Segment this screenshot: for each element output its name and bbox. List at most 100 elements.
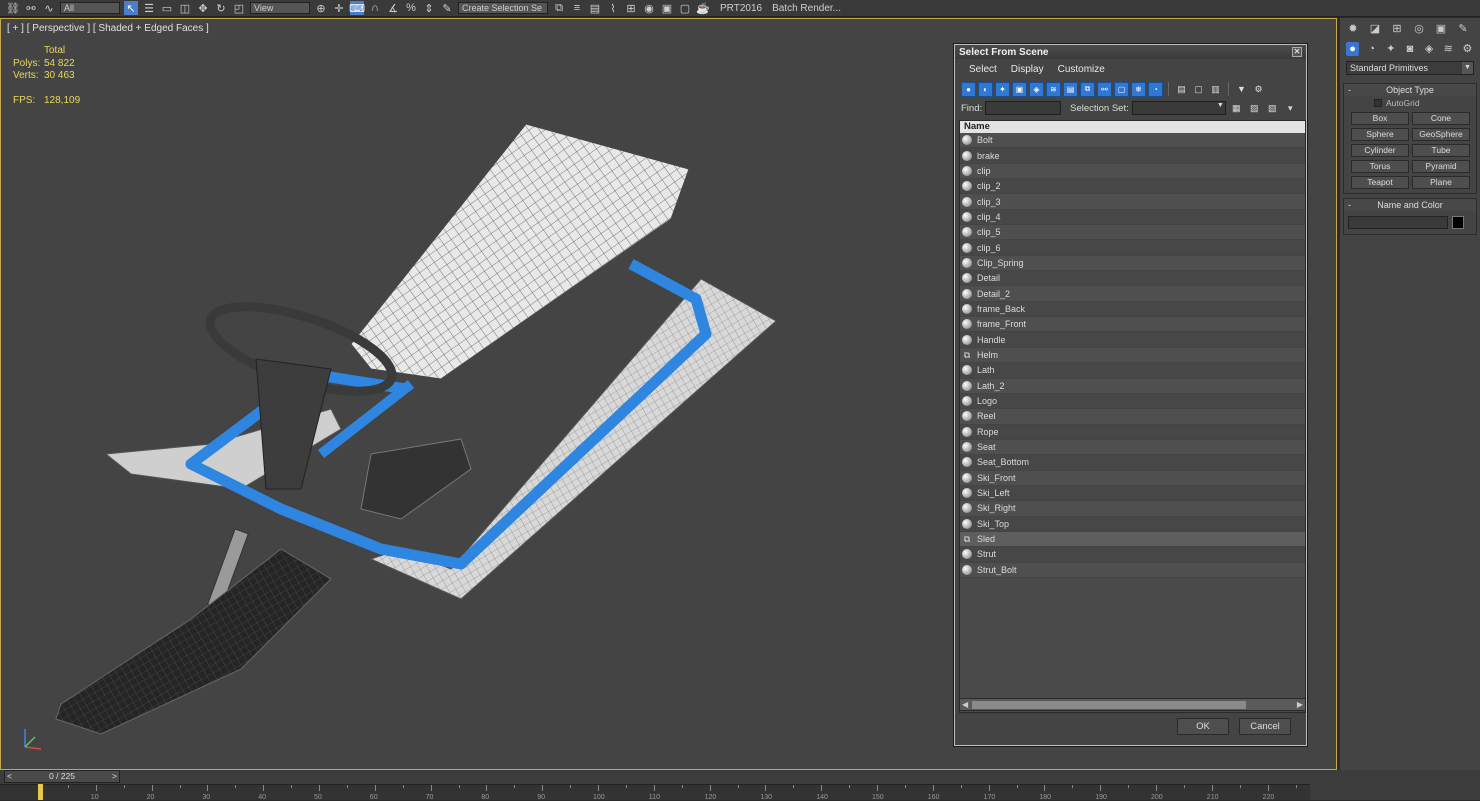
list-item[interactable]: Reel xyxy=(960,409,1305,425)
primitive-button-sphere[interactable]: Sphere xyxy=(1351,128,1409,141)
keyboard-shortcut-override-icon[interactable]: ⌨ xyxy=(349,1,365,15)
list-item[interactable]: clip_5 xyxy=(960,225,1305,241)
scroll-left-icon[interactable]: ◀ xyxy=(962,700,968,709)
filter-helpers-icon[interactable]: ◈ xyxy=(1029,81,1044,97)
schematic-view-icon[interactable]: ⊞ xyxy=(624,1,638,15)
selection-set-dropdown[interactable]: ▼ xyxy=(1131,101,1226,115)
primitive-button-pyramid[interactable]: Pyramid xyxy=(1412,160,1470,173)
cancel-button[interactable]: Cancel xyxy=(1239,718,1291,735)
name-color-header[interactable]: - Name and Color xyxy=(1344,199,1476,211)
filter-xrefs-icon[interactable]: ⧉ xyxy=(1080,81,1095,97)
primitive-button-cone[interactable]: Cone xyxy=(1412,112,1470,125)
material-editor-icon[interactable]: ◉ xyxy=(642,1,656,15)
filter-settings-icon[interactable]: ⚙ xyxy=(1251,82,1266,97)
list-item[interactable]: clip_6 xyxy=(960,240,1305,256)
time-slider[interactable]: < 0 / 225 > xyxy=(4,770,120,783)
list-item[interactable]: Ski_Left xyxy=(960,485,1305,502)
track-bar[interactable]: 10 20 30 40 50 60 70 80 90 100 110 120 130 140 150 160 1… xyxy=(0,784,1310,801)
edit-named-selection-icon[interactable]: ✎ xyxy=(440,1,454,15)
pivot-center-icon[interactable]: ⊕ xyxy=(314,1,328,15)
add-to-selection-set-icon[interactable]: ▨ xyxy=(1247,101,1262,116)
create-tab-icon[interactable]: ✹ xyxy=(1346,22,1360,36)
primitive-button-torus[interactable]: Torus xyxy=(1351,160,1409,173)
object-type-header[interactable]: - Object Type xyxy=(1344,84,1476,96)
display-tab-icon[interactable]: ▣ xyxy=(1434,22,1448,36)
shapes-icon[interactable]: ◔ xyxy=(1365,42,1378,56)
list-item[interactable]: brake xyxy=(960,148,1305,164)
utilities-tab-icon[interactable]: ✎ xyxy=(1456,22,1470,36)
list-item[interactable]: Rope xyxy=(960,424,1305,440)
selection-filter-dropdown[interactable]: All xyxy=(60,2,120,14)
list-item[interactable]: frame_Front xyxy=(960,317,1305,333)
lights-icon[interactable]: ✦ xyxy=(1384,42,1397,56)
list-item[interactable]: clip_3 xyxy=(960,194,1305,210)
render-setup-icon[interactable]: ▣ xyxy=(660,1,674,15)
filter-icon[interactable]: ▼ xyxy=(1234,82,1249,97)
angle-snap-icon[interactable]: ∡ xyxy=(386,1,400,15)
time-slider-prev-icon[interactable]: < xyxy=(7,771,12,782)
list-item[interactable]: Strut xyxy=(960,547,1305,563)
rectangular-selection-icon[interactable]: ▭ xyxy=(160,1,174,15)
menu-select[interactable]: Select xyxy=(969,64,997,75)
named-selection-sets-field[interactable]: Create Selection Se xyxy=(458,2,548,14)
find-input[interactable] xyxy=(985,101,1062,115)
filter-frozen-icon[interactable]: ❄ xyxy=(1131,81,1146,97)
current-frame-marker[interactable] xyxy=(38,784,43,800)
filter-cameras-icon[interactable]: ▣ xyxy=(1012,81,1027,97)
list-item[interactable]: Ski_Front xyxy=(960,470,1305,486)
close-icon[interactable]: ✕ xyxy=(1292,47,1302,57)
window-crossing-icon[interactable]: ◫ xyxy=(178,1,192,15)
autogrid-checkbox[interactable]: AutoGrid xyxy=(1344,96,1476,110)
viewport-label[interactable]: [ + ] [ Perspective ] [ Shaded + Edged F… xyxy=(7,23,209,34)
primitive-button-tube[interactable]: Tube xyxy=(1412,144,1470,157)
select-all-icon[interactable]: ▤ xyxy=(1174,82,1189,97)
list-item[interactable]: ⧉ Helm xyxy=(960,347,1305,364)
object-name-field[interactable] xyxy=(1348,216,1448,229)
scene-object-list[interactable]: Name Bolt brake clip clip_2 clip_3 clip_4 clip… xyxy=(959,120,1306,713)
spacewarps-icon[interactable]: ≋ xyxy=(1442,42,1455,56)
list-item[interactable]: Lath xyxy=(960,363,1305,379)
sled-model[interactable] xyxy=(41,109,841,749)
horizontal-scrollbar[interactable]: ◀ ▶ xyxy=(959,698,1306,711)
spinner-snap-icon[interactable]: ⇕ xyxy=(422,1,436,15)
remove-from-selection-set-icon[interactable]: ▧ xyxy=(1265,101,1280,116)
systems-icon[interactable]: ⚙ xyxy=(1461,42,1474,56)
select-invert-icon[interactable]: ▥ xyxy=(1208,82,1223,97)
create-selection-set-icon[interactable]: ▦ xyxy=(1229,101,1244,116)
rotate-icon[interactable]: ↻ xyxy=(214,1,228,15)
mirror-icon[interactable]: ⧉ xyxy=(552,1,566,15)
primitive-button-teapot[interactable]: Teapot xyxy=(1351,176,1409,189)
menu-display[interactable]: Display xyxy=(1011,64,1044,75)
primitive-button-cylinder[interactable]: Cylinder xyxy=(1351,144,1409,157)
brake-mesh[interactable] xyxy=(360,438,472,520)
filter-bones-icon[interactable]: ⚯ xyxy=(1097,81,1112,97)
filter-containers-icon[interactable]: ▢ xyxy=(1114,81,1129,97)
list-item[interactable]: Lath_2 xyxy=(960,378,1305,394)
cameras-icon[interactable]: ◙ xyxy=(1403,42,1416,56)
filter-groups-icon[interactable]: ▤ xyxy=(1063,81,1078,97)
prt-label[interactable]: PRT2016 xyxy=(720,3,762,14)
reference-coordinate-dropdown[interactable]: View xyxy=(250,2,310,14)
scale-icon[interactable]: ◰ xyxy=(232,1,246,15)
list-item[interactable]: frame_Back xyxy=(960,301,1305,318)
list-item[interactable]: Handle xyxy=(960,332,1305,348)
motion-tab-icon[interactable]: ◎ xyxy=(1412,22,1426,36)
dialog-titlebar[interactable]: Select From Scene ✕ xyxy=(955,45,1306,59)
list-item[interactable]: ⧉ Sled xyxy=(960,531,1305,548)
filter-lights-icon[interactable]: ✦ xyxy=(995,81,1010,97)
list-item[interactable]: Logo xyxy=(960,393,1305,410)
modify-tab-icon[interactable]: ◪ xyxy=(1368,22,1382,36)
link-icon[interactable]: ⛓ xyxy=(6,1,20,15)
bind-spacewarp-icon[interactable]: ∿ xyxy=(42,1,56,15)
filter-hidden-icon[interactable]: ◔ xyxy=(1148,81,1163,97)
primitive-button-box[interactable]: Box xyxy=(1351,112,1409,125)
filter-shapes-icon[interactable]: ◐ xyxy=(978,81,993,97)
select-object-icon[interactable]: ↖ xyxy=(124,1,138,15)
column-header-name[interactable]: Name xyxy=(960,121,1305,133)
unlink-icon[interactable]: ⚯ xyxy=(24,1,38,15)
layer-manager-icon[interactable]: ▤ xyxy=(588,1,602,15)
list-item[interactable]: Bolt xyxy=(960,133,1305,149)
options-dropdown-icon[interactable]: ▾ xyxy=(1283,101,1298,116)
list-item[interactable]: clip xyxy=(960,163,1305,180)
select-by-name-icon[interactable]: ☰ xyxy=(142,1,156,15)
